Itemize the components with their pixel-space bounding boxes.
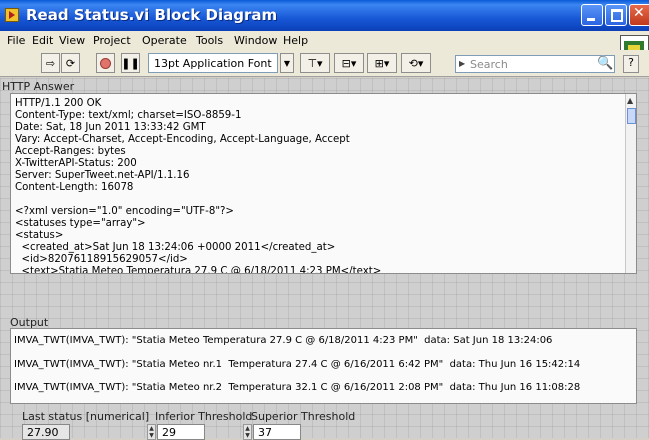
search-input[interactable]: ▶ Search 🔍 xyxy=(455,55,615,73)
distribute-icon[interactable]: ⊟▾ xyxy=(334,53,364,73)
chevron-down-icon[interactable]: ▼ xyxy=(280,53,294,73)
run-arrow-icon[interactable]: ⇨ xyxy=(41,53,60,73)
last-status-label: Last status [numerical] xyxy=(22,410,150,423)
output-indicator[interactable]: IMVA_TWT(IMVA_TWT): "Statia Meteo Temper… xyxy=(10,328,637,404)
menu-tools[interactable]: Tools xyxy=(196,34,223,47)
align-icon[interactable]: ⊤▾ xyxy=(300,53,330,73)
close-icon[interactable] xyxy=(629,4,649,26)
http-answer-label: HTTP Answer xyxy=(2,80,75,93)
output-line: IMVA_TWT(IMVA_TWT): "Statia Meteo nr.2 T… xyxy=(14,382,581,393)
inferior-threshold-label: Inferior Threshold xyxy=(155,410,253,423)
scroll-thumb[interactable] xyxy=(627,108,636,124)
output-line: IMVA_TWT(IMVA_TWT): "Statia Meteo Temper… xyxy=(14,335,553,346)
search-placeholder: Search xyxy=(470,58,508,71)
superior-threshold-label: Superior Threshold xyxy=(251,410,356,423)
menu-edit[interactable]: Edit xyxy=(32,34,53,47)
http-answer-scrollbar[interactable]: ▲ xyxy=(625,94,636,273)
labview-arrow-icon xyxy=(5,8,19,22)
font-ring[interactable]: 13pt Application Font xyxy=(148,53,278,73)
run-continuous-icon[interactable]: ⟳ xyxy=(61,53,80,73)
menu-view[interactable]: View xyxy=(59,34,85,47)
abort-icon[interactable] xyxy=(96,53,115,73)
resize-icon[interactable]: ⊞▾ xyxy=(367,53,397,73)
menu-operate[interactable]: Operate xyxy=(142,34,187,47)
reorder-icon[interactable]: ⟲▾ xyxy=(401,53,431,73)
http-answer-indicator[interactable]: HTTP/1.1 200 OK Content-Type: text/xml; … xyxy=(10,93,637,274)
search-arrow-icon: ▶ xyxy=(459,59,466,68)
help-button[interactable]: ? xyxy=(623,55,639,73)
title-bar[interactable]: Read Status.vi Block Diagram xyxy=(0,0,649,31)
menu-bar: File Edit View Project Operate Tools Win… xyxy=(0,31,649,50)
minimize-icon[interactable] xyxy=(581,4,603,26)
menu-project[interactable]: Project xyxy=(93,34,131,47)
menu-file[interactable]: File xyxy=(7,34,25,47)
search-icon[interactable]: 🔍 xyxy=(597,56,613,71)
maximize-icon[interactable] xyxy=(605,4,627,26)
menu-help[interactable]: Help xyxy=(283,34,308,47)
window-title: Read Status.vi Block Diagram xyxy=(26,6,278,24)
toolbar: ⇨ ⟳ ❚❚ 13pt Application Font ▼ ⊤▾ ⊟▾ ⊞▾ … xyxy=(0,50,649,77)
scroll-up-icon[interactable]: ▲ xyxy=(627,96,633,105)
pause-icon[interactable]: ❚❚ xyxy=(121,53,140,73)
output-line: IMVA_TWT(IMVA_TWT): "Statia Meteo nr.1 T… xyxy=(14,359,581,370)
http-answer-text: HTTP/1.1 200 OK Content-Type: text/xml; … xyxy=(15,98,382,274)
menu-window[interactable]: Window xyxy=(234,34,277,47)
